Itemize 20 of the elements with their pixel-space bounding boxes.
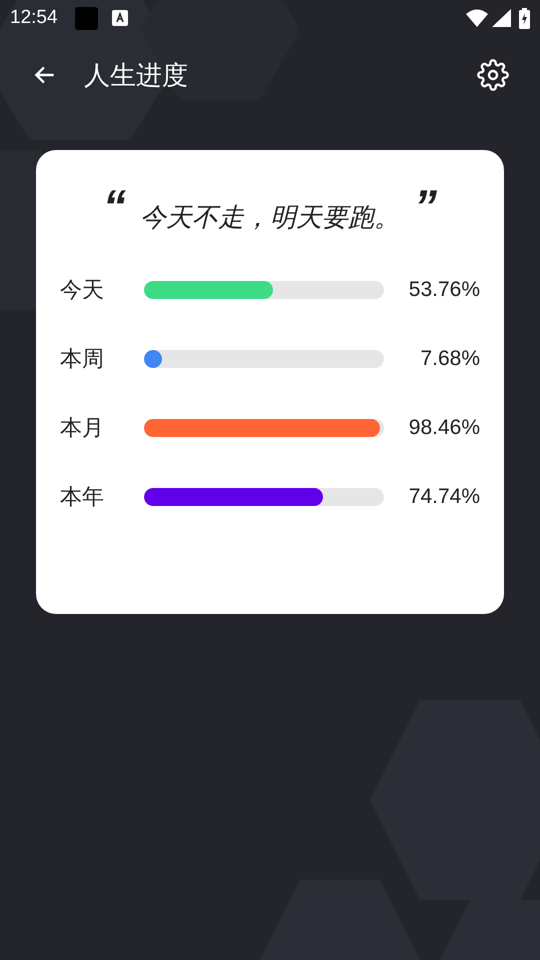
battery-icon <box>519 8 530 28</box>
wifi-icon <box>466 9 488 27</box>
percent-reading: 53.76% <box>408 276 480 303</box>
app-bar-title: 人生进度 <box>84 58 188 92</box>
period-label: 本月 <box>60 414 105 442</box>
settings-button[interactable] <box>476 58 510 92</box>
notification-icon <box>74 6 98 30</box>
app-icon <box>112 10 128 26</box>
percent-reading: 98.46% <box>408 414 480 441</box>
percent-reading: 74.74% <box>408 484 480 510</box>
signal-icon <box>492 9 511 27</box>
settings-icon <box>477 59 509 91</box>
period-label: 今天 <box>60 276 105 304</box>
quote-text: 今天不走，明天要跑。 <box>140 201 400 234</box>
percent-reading: 7.68% <box>419 346 480 372</box>
period-label: 本年 <box>60 483 105 511</box>
status-time: 12:54 <box>10 6 58 30</box>
open-quote-mark: “ <box>103 186 126 226</box>
period-label: 本周 <box>60 345 105 373</box>
close-quote-mark: ” <box>414 186 437 226</box>
